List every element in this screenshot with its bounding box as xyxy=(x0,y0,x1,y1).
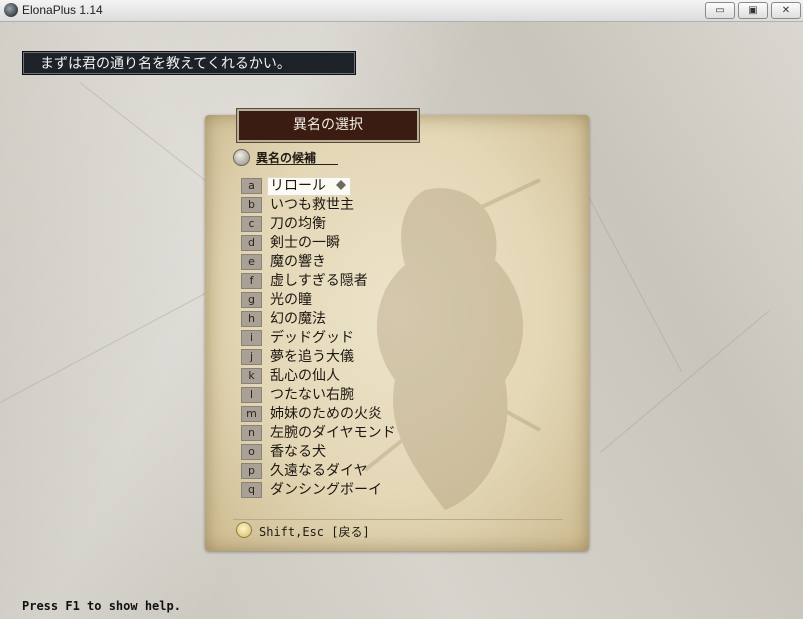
title-option-n[interactable]: n 左腕のダイヤモンド xyxy=(241,424,441,443)
option-label: 香なる犬 xyxy=(270,444,326,460)
help-message: Press F1 to show help. xyxy=(22,599,181,613)
hotkey-badge: i xyxy=(241,330,262,346)
option-label: つたない右腕 xyxy=(270,387,354,403)
title-option-i[interactable]: i デッドグッド xyxy=(241,329,441,348)
minimize-button[interactable]: ▭ xyxy=(705,2,735,19)
circle-marker-icon xyxy=(233,149,250,166)
title-option-g[interactable]: g 光の瞳 xyxy=(241,291,441,310)
option-label: ダンシングボーイ xyxy=(270,482,382,498)
section-underline xyxy=(256,164,338,165)
prompt-message: まずは君の通り名を教えてくれるかい。 xyxy=(23,52,355,74)
hotkey-badge: e xyxy=(241,254,262,270)
title-option-c[interactable]: c 刀の均衡 xyxy=(241,215,441,234)
window-titlebar[interactable]: ElonaPlus 1.14 ▭ ▣ ✕ xyxy=(0,0,803,22)
hotkey-badge: d xyxy=(241,235,262,251)
footer-divider xyxy=(233,519,563,520)
option-label: 夢を追う大儀 xyxy=(270,349,354,365)
hotkey-badge: g xyxy=(241,292,262,308)
title-option-o[interactable]: o 香なる犬 xyxy=(241,443,441,462)
hotkey-badge: q xyxy=(241,482,262,498)
option-label: デッドグッド xyxy=(270,330,354,346)
dialog-header: 異名の選択 xyxy=(237,109,419,142)
option-label: 幻の魔法 xyxy=(270,311,326,327)
option-label: 魔の響き xyxy=(270,254,326,270)
title-option-q[interactable]: q ダンシングボーイ xyxy=(241,481,441,500)
hotkey-badge: f xyxy=(241,273,262,289)
title-option-k[interactable]: k 乱心の仙人 xyxy=(241,367,441,386)
title-option-a[interactable]: a リロール xyxy=(241,177,441,196)
option-label: 光の瞳 xyxy=(270,292,312,308)
hotkey-badge: k xyxy=(241,368,262,384)
hotkey-badge: b xyxy=(241,197,262,213)
option-label: 剣士の一瞬 xyxy=(270,235,340,251)
title-option-p[interactable]: p 久遠なるダイヤ xyxy=(241,462,441,481)
option-label: 姉妹のための火炎 xyxy=(270,406,382,422)
maximize-button[interactable]: ▣ xyxy=(738,2,768,19)
hotkey-badge: l xyxy=(241,387,262,403)
option-label: 虚しすぎる隠者 xyxy=(270,273,368,289)
title-option-b[interactable]: b いつも救世主 xyxy=(241,196,441,215)
title-option-h[interactable]: h 幻の魔法 xyxy=(241,310,441,329)
title-option-d[interactable]: d 剣士の一瞬 xyxy=(241,234,441,253)
hotkey-badge: m xyxy=(241,406,262,422)
title-option-e[interactable]: e 魔の響き xyxy=(241,253,441,272)
title-option-m[interactable]: m 姉妹のための火炎 xyxy=(241,405,441,424)
hotkey-badge: n xyxy=(241,425,262,441)
hotkey-badge: h xyxy=(241,311,262,327)
app-icon xyxy=(4,3,18,17)
title-option-f[interactable]: f 虚しすぎる隠者 xyxy=(241,272,441,291)
lightbulb-icon xyxy=(236,522,252,538)
diamond-cursor-icon xyxy=(336,180,346,190)
hotkey-badge: j xyxy=(241,349,262,365)
option-label: 乱心の仙人 xyxy=(270,368,340,384)
option-label: 久遠なるダイヤ xyxy=(270,463,368,479)
close-button[interactable]: ✕ xyxy=(771,2,801,19)
option-label: いつも救世主 xyxy=(270,197,354,213)
hotkey-badge: p xyxy=(241,463,262,479)
hotkey-badge: a xyxy=(241,178,262,194)
hotkey-badge: o xyxy=(241,444,262,460)
window-title: ElonaPlus 1.14 xyxy=(22,3,103,17)
option-label: 左腕のダイヤモンド xyxy=(270,425,396,441)
title-option-j[interactable]: j 夢を追う大儀 xyxy=(241,348,441,367)
hint-text: Shift,Esc [戻る] xyxy=(259,525,370,539)
option-label: 刀の均衡 xyxy=(270,216,326,232)
title-option-l[interactable]: l つたない右腕 xyxy=(241,386,441,405)
hotkey-badge: c xyxy=(241,216,262,232)
